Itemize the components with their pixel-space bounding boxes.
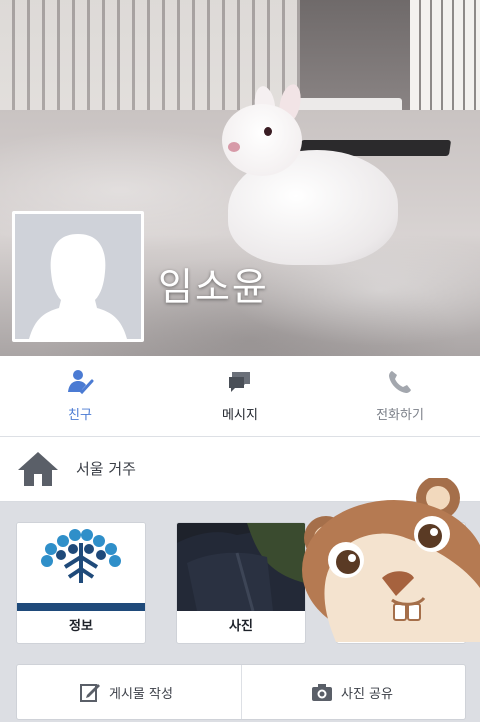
profile-avatar[interactable] (12, 211, 144, 342)
pencil-icon (80, 684, 100, 702)
default-avatar-icon (15, 214, 141, 339)
write-post-button[interactable]: 게시물 작성 (17, 665, 241, 719)
photos-card-label: 사진 (229, 619, 253, 634)
call-label: 전화하기 (376, 408, 424, 423)
photos-card-thumbnail (177, 523, 305, 611)
rabbit-nose (228, 142, 240, 152)
share-photo-label: 사진 공유 (341, 687, 393, 702)
share-photo-button[interactable]: 사진 공유 (241, 665, 465, 719)
camera-icon (312, 684, 332, 701)
friends-button[interactable]: 친구 (0, 356, 160, 436)
photos-card[interactable]: 사진 (176, 522, 306, 644)
profile-name: 임소윤 (158, 265, 269, 309)
squirrel-sticker-icon (302, 478, 480, 642)
call-button[interactable]: 전화하기 (320, 356, 480, 436)
write-post-label: 게시물 작성 (109, 687, 173, 702)
message-button[interactable]: 메시지 (160, 356, 320, 436)
post-actions-bar: 게시물 작성 사진 공유 (16, 664, 466, 720)
friend-check-icon (68, 370, 94, 395)
message-label: 메시지 (222, 408, 258, 423)
profile-action-bar: 친구 메시지 전화하기 (0, 356, 480, 437)
message-icon (229, 372, 250, 392)
info-card[interactable]: 정보 (16, 522, 146, 644)
cover-photo[interactable]: 임소윤 (0, 0, 480, 356)
rabbit-head (222, 104, 302, 176)
info-card-label: 정보 (69, 619, 93, 634)
friends-label: 친구 (68, 408, 92, 423)
location-text: 서울 거주 (76, 460, 136, 478)
rabbit-eye (264, 127, 272, 136)
home-icon (18, 452, 58, 486)
info-card-thumbnail (17, 523, 145, 611)
phone-icon (389, 371, 411, 393)
